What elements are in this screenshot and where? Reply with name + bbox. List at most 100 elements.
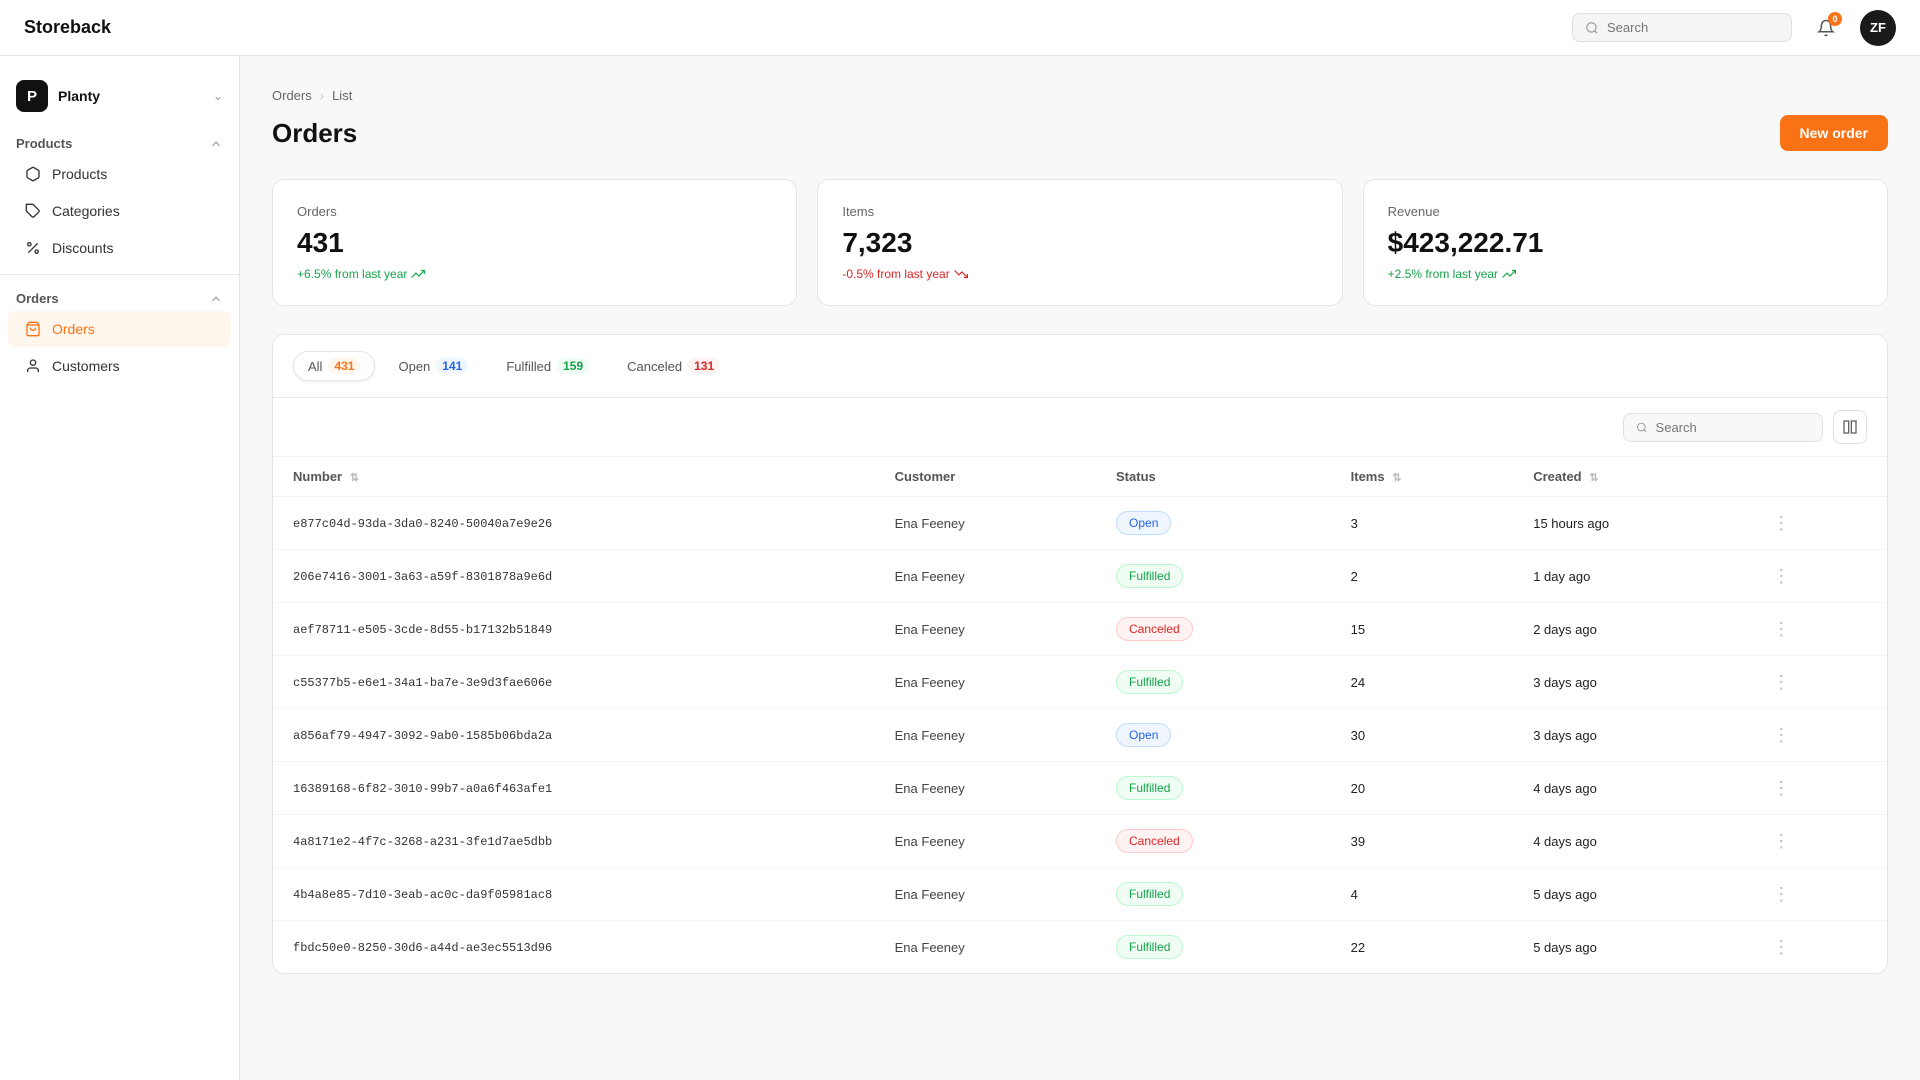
cell-customer: Ena Feeney <box>875 762 1096 815</box>
status-badge: Open <box>1116 723 1171 747</box>
cell-status: Canceled <box>1096 603 1331 656</box>
row-action-menu[interactable]: ⋮ <box>1766 672 1796 693</box>
orders-table: Number ⇅ Customer Status Items ⇅ <box>273 457 1887 973</box>
new-order-button[interactable]: New order <box>1780 115 1888 151</box>
filters-bar: All 431 Open 141 Fulfilled 159 Canceled … <box>272 334 1888 397</box>
workspace-selector[interactable]: P Planty ⌄ <box>0 72 239 128</box>
table-row[interactable]: a856af79-4947-3092-9ab0-1585b06bda2a Ena… <box>273 709 1887 762</box>
stat-card-revenue: Revenue $423,222.71 +2.5% from last year <box>1363 179 1888 306</box>
status-badge: Canceled <box>1116 617 1193 641</box>
table-row[interactable]: 16389168-6f82-3010-99b7-a0a6f463afe1 Ena… <box>273 762 1887 815</box>
cell-created: 15 hours ago <box>1513 497 1746 550</box>
cell-actions: ⋮ <box>1746 603 1887 656</box>
sidebar-item-products[interactable]: Products <box>8 156 231 192</box>
cell-items: 2 <box>1331 550 1514 603</box>
table-search[interactable] <box>1623 413 1823 442</box>
stat-change: -0.5% from last year <box>842 267 1317 281</box>
cell-created: 1 day ago <box>1513 550 1746 603</box>
orders-section-header[interactable]: Orders <box>0 283 239 310</box>
topbar-right: 0 ZF <box>1572 10 1896 46</box>
table-toolbar <box>273 398 1887 457</box>
cell-status: Fulfilled <box>1096 921 1331 974</box>
stat-change-text: +6.5% from last year <box>297 267 407 281</box>
orders-table-container: Number ⇅ Customer Status Items ⇅ <box>272 397 1888 974</box>
status-badge: Fulfilled <box>1116 882 1183 906</box>
row-action-menu[interactable]: ⋮ <box>1766 778 1796 799</box>
table-row[interactable]: aef78711-e505-3cde-8d55-b17132b51849 Ena… <box>273 603 1887 656</box>
page-header: Orders New order <box>272 115 1888 151</box>
table-row[interactable]: 206e7416-3001-3a63-a59f-8301878a9e6d Ena… <box>273 550 1887 603</box>
sidebar-item-orders[interactable]: Orders <box>8 311 231 347</box>
filter-count: 131 <box>688 358 720 374</box>
sidebar-divider <box>0 274 239 275</box>
sidebar-item-categories[interactable]: Categories <box>8 193 231 229</box>
columns-toggle-button[interactable] <box>1833 410 1867 444</box>
user-icon <box>24 357 42 375</box>
stat-card-orders: Orders 431 +6.5% from last year <box>272 179 797 306</box>
cell-status: Open <box>1096 497 1331 550</box>
products-section-header[interactable]: Products <box>0 128 239 155</box>
sidebar-item-discounts[interactable]: Discounts <box>8 230 231 266</box>
breadcrumb-parent[interactable]: Orders <box>272 88 312 103</box>
row-action-menu[interactable]: ⋮ <box>1766 937 1796 958</box>
sidebar-item-label: Orders <box>52 321 95 337</box>
cell-status: Open <box>1096 709 1331 762</box>
page-title: Orders <box>272 118 357 149</box>
row-action-menu[interactable]: ⋮ <box>1766 619 1796 640</box>
row-action-menu[interactable]: ⋮ <box>1766 513 1796 534</box>
products-section: Products Products Categories Discounts <box>0 128 239 266</box>
tag-icon <box>24 202 42 220</box>
cell-number: 4b4a8e85-7d10-3eab-ac0c-da9f05981ac8 <box>273 868 875 921</box>
cell-actions: ⋮ <box>1746 709 1887 762</box>
main-content: Orders › List Orders New order Orders 43… <box>240 56 1920 1080</box>
filter-count: 141 <box>436 358 468 374</box>
chevron-down-icon: ⌄ <box>213 89 223 103</box>
cell-status: Fulfilled <box>1096 656 1331 709</box>
logo: Storeback <box>24 17 111 38</box>
row-action-menu[interactable]: ⋮ <box>1766 566 1796 587</box>
orders-section-title: Orders <box>16 291 59 306</box>
cell-customer: Ena Feeney <box>875 603 1096 656</box>
global-search-input[interactable] <box>1607 20 1779 35</box>
row-action-menu[interactable]: ⋮ <box>1766 884 1796 905</box>
stat-change-text: +2.5% from last year <box>1388 267 1498 281</box>
search-icon <box>1585 21 1599 35</box>
notification-button[interactable]: 0 <box>1808 10 1844 46</box>
cell-actions: ⋮ <box>1746 815 1887 868</box>
cell-actions: ⋮ <box>1746 656 1887 709</box>
table-row[interactable]: 4b4a8e85-7d10-3eab-ac0c-da9f05981ac8 Ena… <box>273 868 1887 921</box>
row-action-menu[interactable]: ⋮ <box>1766 725 1796 746</box>
avatar[interactable]: ZF <box>1860 10 1896 46</box>
table-row[interactable]: fbdc50e0-8250-30d6-a44d-ae3ec5513d96 Ena… <box>273 921 1887 974</box>
orders-section: Orders Orders Customers <box>0 283 239 384</box>
stat-label: Orders <box>297 204 772 219</box>
cell-actions: ⋮ <box>1746 921 1887 974</box>
col-number[interactable]: Number ⇅ <box>273 457 875 497</box>
cell-number: aef78711-e505-3cde-8d55-b17132b51849 <box>273 603 875 656</box>
trend-up-icon <box>411 267 425 281</box>
table-search-input[interactable] <box>1656 420 1810 435</box>
row-action-menu[interactable]: ⋮ <box>1766 831 1796 852</box>
col-items[interactable]: Items ⇅ <box>1331 457 1514 497</box>
cell-number: c55377b5-e6e1-34a1-ba7e-3e9d3fae606e <box>273 656 875 709</box>
breadcrumb-current: List <box>332 88 352 103</box>
filter-all[interactable]: All 431 <box>293 351 375 381</box>
status-badge: Fulfilled <box>1116 564 1183 588</box>
filter-canceled[interactable]: Canceled 131 <box>612 351 735 381</box>
filter-open[interactable]: Open 141 <box>383 351 483 381</box>
table-row[interactable]: 4a8171e2-4f7c-3268-a231-3fe1d7ae5dbb Ena… <box>273 815 1887 868</box>
search-icon <box>1636 421 1648 434</box>
col-created[interactable]: Created ⇅ <box>1513 457 1746 497</box>
filter-fulfilled[interactable]: Fulfilled 159 <box>491 351 604 381</box>
status-badge: Open <box>1116 511 1171 535</box>
cell-number: e877c04d-93da-3da0-8240-50040a7e9e26 <box>273 497 875 550</box>
sidebar-item-customers[interactable]: Customers <box>8 348 231 384</box>
stat-value: 7,323 <box>842 227 1317 259</box>
sort-icon: ⇅ <box>350 472 359 484</box>
sidebar-item-label: Customers <box>52 358 120 374</box>
global-search[interactable] <box>1572 13 1792 42</box>
cell-customer: Ena Feeney <box>875 868 1096 921</box>
table-row[interactable]: c55377b5-e6e1-34a1-ba7e-3e9d3fae606e Ena… <box>273 656 1887 709</box>
filter-count: 159 <box>557 358 589 374</box>
table-row[interactable]: e877c04d-93da-3da0-8240-50040a7e9e26 Ena… <box>273 497 1887 550</box>
